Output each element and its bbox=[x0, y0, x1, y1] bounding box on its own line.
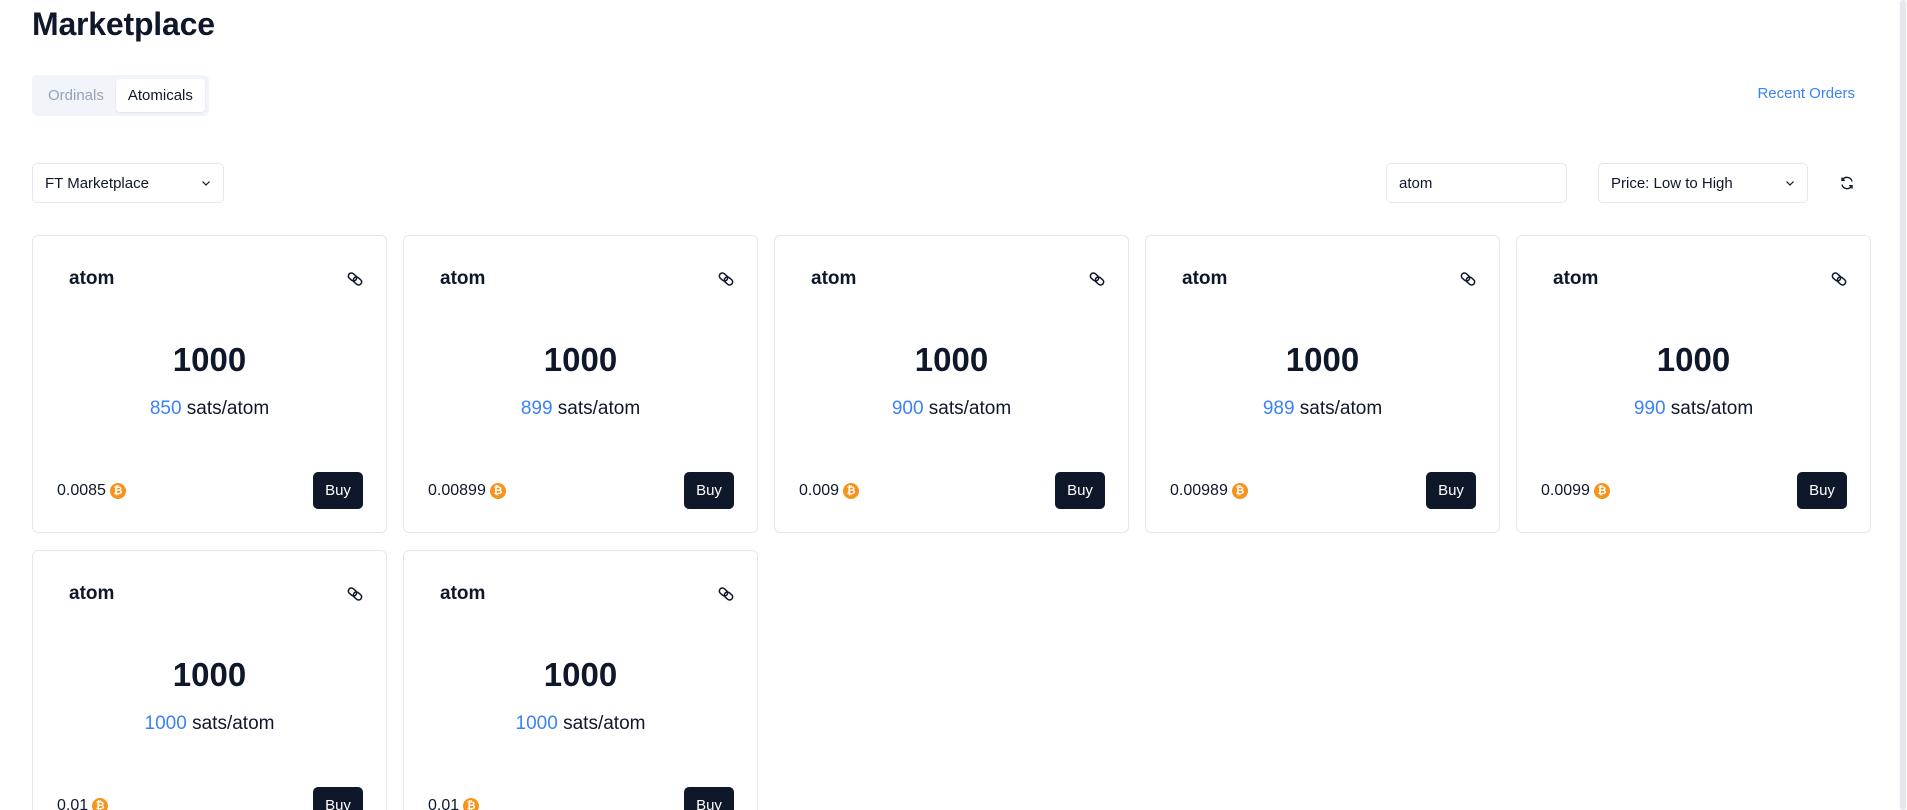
marketplace-select-value: FT Marketplace bbox=[45, 174, 149, 192]
card-amount: 1000 bbox=[1656, 341, 1731, 378]
card-price-value: 850 bbox=[149, 398, 182, 419]
card-price-value: 990 bbox=[1633, 398, 1666, 419]
card-price-unit: sats/atom bbox=[928, 398, 1012, 419]
card-amount: 1000 bbox=[543, 656, 618, 693]
card-total: 0.0085 ₿ bbox=[57, 482, 126, 500]
listing-card: atom 1000 899 sats/atom 0.00899 ₿ Buy bbox=[403, 235, 758, 533]
bitcoin-icon: ₿ bbox=[109, 483, 126, 499]
card-ticker: atom bbox=[1182, 268, 1228, 289]
card-total: 0.0099 ₿ bbox=[1541, 482, 1610, 500]
listing-card: atom 1000 900 sats/atom 0.009 ₿ Buy bbox=[774, 235, 1129, 533]
link-icon[interactable] bbox=[717, 270, 735, 288]
card-amount: 1000 bbox=[172, 656, 247, 693]
card-ticker: atom bbox=[440, 583, 486, 604]
buy-button[interactable]: Buy bbox=[1797, 472, 1847, 509]
card-ticker: atom bbox=[811, 268, 857, 289]
listing-card: atom 1000 990 sats/atom 0.0099 ₿ Buy bbox=[1516, 235, 1871, 533]
card-price-unit: sats/atom bbox=[1299, 398, 1383, 419]
card-amount: 1000 bbox=[914, 341, 989, 378]
bitcoin-icon: ₿ bbox=[489, 483, 506, 499]
card-unit-price: 1000 sats/atom bbox=[33, 713, 386, 735]
bitcoin-icon: ₿ bbox=[1593, 483, 1610, 499]
bitcoin-icon: ₿ bbox=[1231, 483, 1248, 499]
listing-card: atom 1000 850 sats/atom 0.0085 ₿ Buy bbox=[32, 235, 387, 533]
tab-atomicals[interactable]: Atomicals bbox=[115, 79, 205, 112]
listing-card: atom 1000 989 sats/atom 0.00989 ₿ Buy bbox=[1145, 235, 1500, 533]
search-input[interactable] bbox=[1386, 163, 1567, 203]
tab-ordinals[interactable]: Ordinals bbox=[36, 79, 116, 112]
bitcoin-icon: ₿ bbox=[463, 798, 480, 810]
card-unit-price: 900 sats/atom bbox=[775, 398, 1128, 420]
link-icon[interactable] bbox=[717, 585, 735, 603]
card-price-value: 900 bbox=[891, 398, 924, 419]
sort-select[interactable]: Price: Low to High bbox=[1598, 163, 1808, 203]
buy-button[interactable]: Buy bbox=[1055, 472, 1105, 509]
bitcoin-icon: ₿ bbox=[92, 798, 109, 810]
listing-grid: atom 1000 850 sats/atom 0.0085 ₿ Buy ato… bbox=[32, 235, 1872, 810]
card-ticker: atom bbox=[440, 268, 486, 289]
card-amount: 1000 bbox=[172, 341, 247, 378]
card-price-value: 989 bbox=[1262, 398, 1295, 419]
card-unit-price: 990 sats/atom bbox=[1517, 398, 1870, 420]
card-price-value: 899 bbox=[520, 398, 553, 419]
card-total-value: 0.01 bbox=[57, 797, 89, 810]
card-price-unit: sats/atom bbox=[557, 398, 641, 419]
card-price-value: 1000 bbox=[515, 713, 558, 734]
recent-orders-link[interactable]: Recent Orders bbox=[1757, 85, 1855, 102]
scrollbar[interactable] bbox=[1899, 0, 1907, 810]
buy-button[interactable]: Buy bbox=[1426, 472, 1476, 509]
card-total: 0.01 ₿ bbox=[57, 797, 109, 810]
card-total-value: 0.01 bbox=[428, 797, 460, 810]
card-ticker: atom bbox=[69, 268, 115, 289]
card-unit-price: 850 sats/atom bbox=[33, 398, 386, 420]
page-title: Marketplace bbox=[32, 6, 215, 42]
chevron-down-icon bbox=[202, 181, 210, 186]
card-amount: 1000 bbox=[1285, 341, 1360, 378]
buy-button[interactable]: Buy bbox=[313, 787, 363, 810]
card-total: 0.00989 ₿ bbox=[1170, 482, 1248, 500]
link-icon[interactable] bbox=[1459, 270, 1477, 288]
card-price-unit: sats/atom bbox=[1670, 398, 1754, 419]
card-unit-price: 989 sats/atom bbox=[1146, 398, 1499, 420]
card-total-value: 0.009 bbox=[799, 482, 840, 499]
marketplace-select[interactable]: FT Marketplace bbox=[32, 163, 224, 203]
link-icon[interactable] bbox=[346, 585, 364, 603]
chevron-down-icon bbox=[1786, 181, 1794, 186]
refresh-icon bbox=[1841, 176, 1853, 190]
link-icon[interactable] bbox=[1088, 270, 1106, 288]
card-price-unit: sats/atom bbox=[192, 713, 275, 734]
card-price-unit: sats/atom bbox=[563, 713, 646, 734]
card-price-value: 1000 bbox=[144, 713, 187, 734]
buy-button[interactable]: Buy bbox=[684, 787, 734, 810]
scrollbar-thumb[interactable] bbox=[1900, 0, 1906, 810]
card-total: 0.01 ₿ bbox=[428, 797, 480, 810]
card-unit-price: 1000 sats/atom bbox=[404, 713, 757, 735]
card-total-value: 0.00989 bbox=[1170, 482, 1228, 499]
card-total-value: 0.00899 bbox=[428, 482, 486, 499]
card-total: 0.009 ₿ bbox=[799, 482, 860, 500]
card-ticker: atom bbox=[1553, 268, 1599, 289]
link-icon[interactable] bbox=[346, 270, 364, 288]
sort-select-value: Price: Low to High bbox=[1611, 174, 1733, 192]
buy-button[interactable]: Buy bbox=[684, 472, 734, 509]
card-ticker: atom bbox=[69, 583, 115, 604]
buy-button[interactable]: Buy bbox=[313, 472, 363, 509]
card-price-unit: sats/atom bbox=[186, 398, 270, 419]
card-amount: 1000 bbox=[543, 341, 618, 378]
bitcoin-icon: ₿ bbox=[843, 483, 860, 499]
card-total: 0.00899 ₿ bbox=[428, 482, 506, 500]
card-unit-price: 899 sats/atom bbox=[404, 398, 757, 420]
listing-card: atom 1000 1000 sats/atom 0.01 ₿ Buy bbox=[403, 550, 758, 810]
card-total-value: 0.0085 bbox=[57, 482, 106, 499]
tab-group: Ordinals Atomicals bbox=[32, 75, 209, 116]
card-total-value: 0.0099 bbox=[1541, 482, 1590, 499]
refresh-button[interactable] bbox=[1836, 172, 1858, 194]
link-icon[interactable] bbox=[1830, 270, 1848, 288]
listing-card: atom 1000 1000 sats/atom 0.01 ₿ Buy bbox=[32, 550, 387, 810]
